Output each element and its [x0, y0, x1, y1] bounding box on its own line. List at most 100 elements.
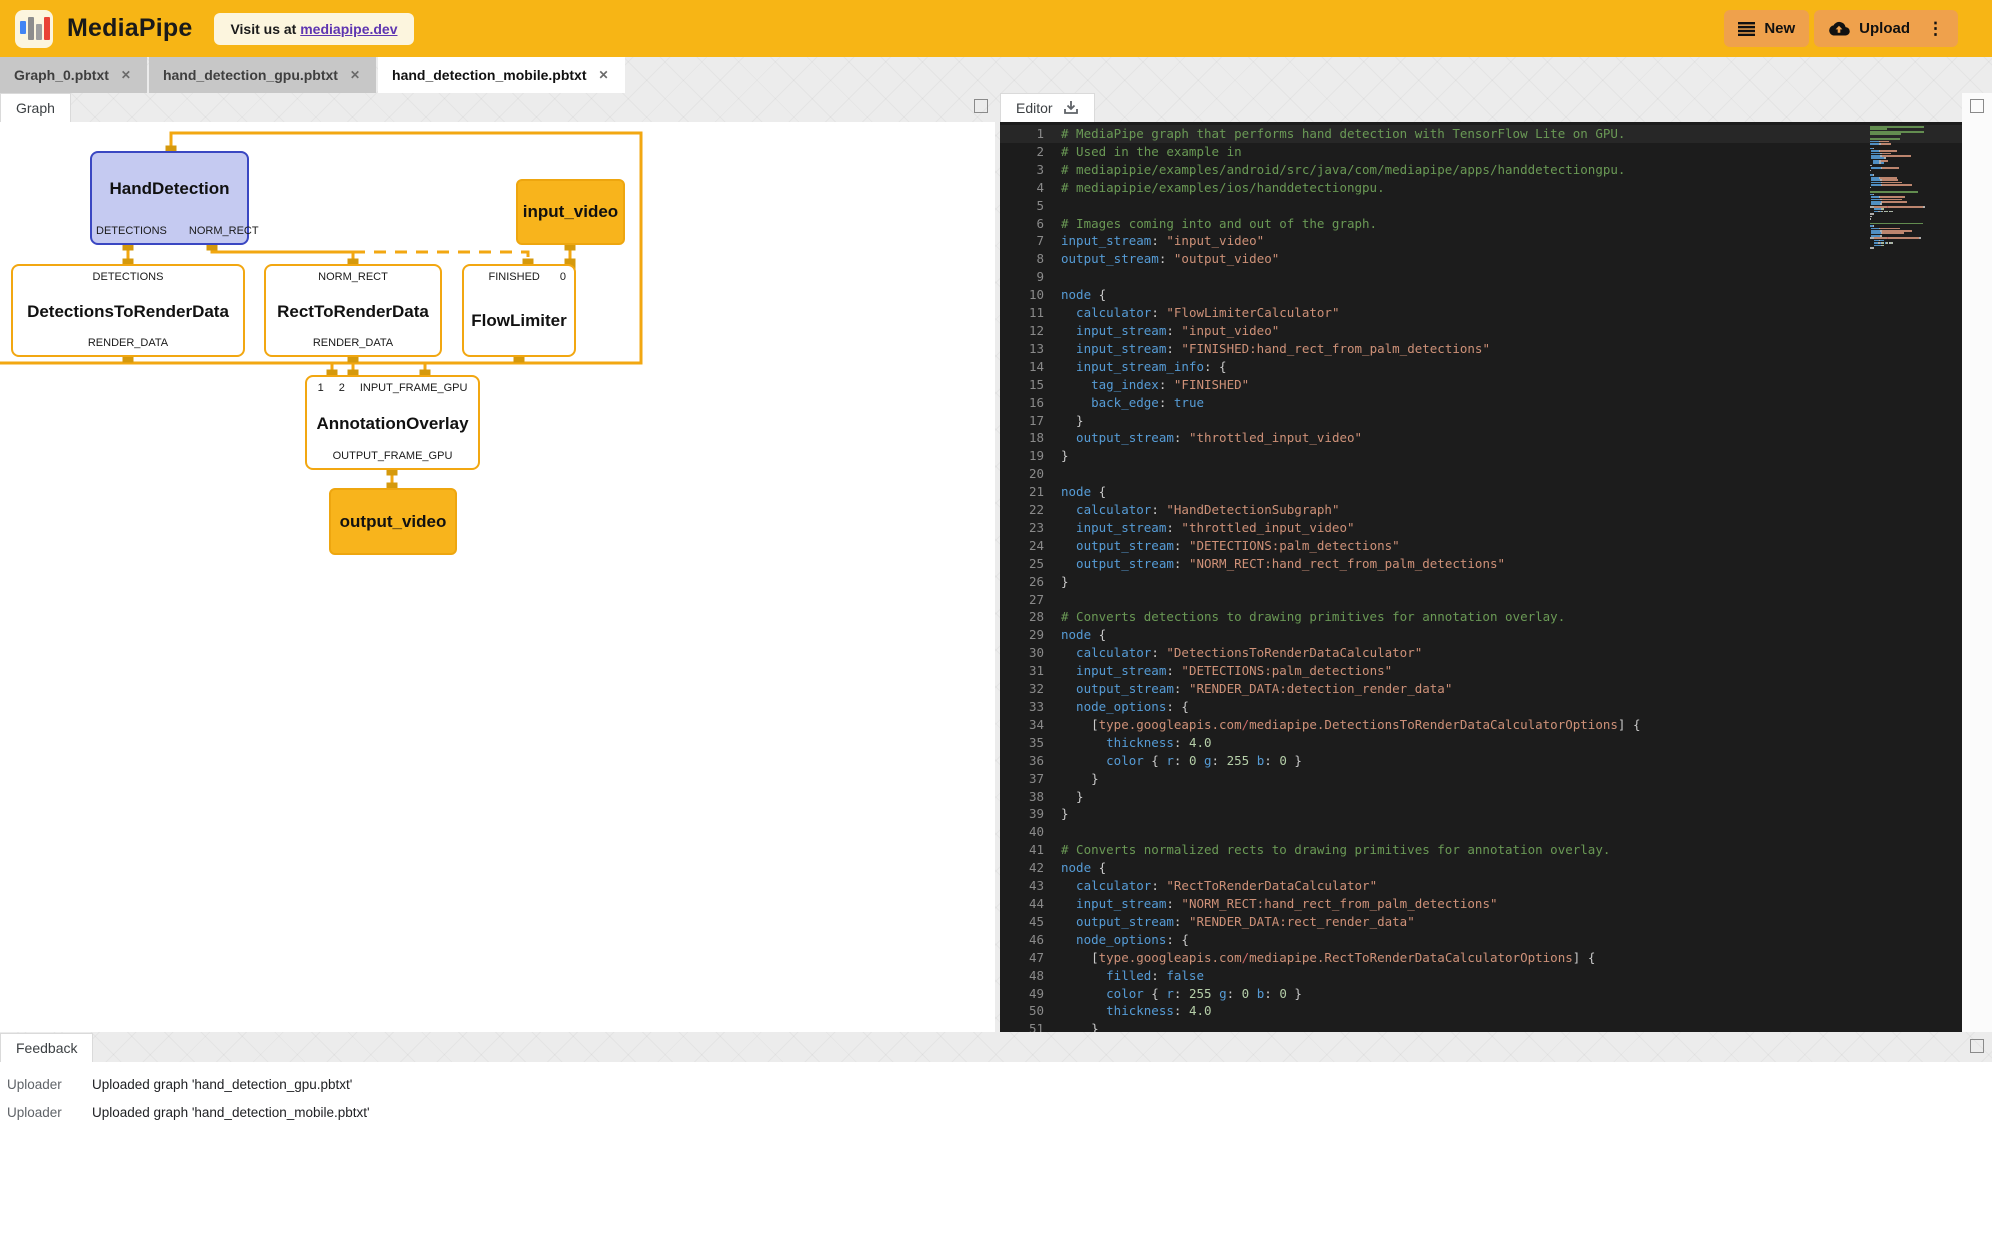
line-number: 32: [1000, 680, 1044, 698]
port-label-0: 0: [560, 271, 566, 283]
code-line-49[interactable]: 49color { r: 255 g: 0 b: 0 }: [1000, 985, 1962, 1003]
code-line-31[interactable]: 31input_stream: "DETECTIONS:palm_detecti…: [1000, 662, 1962, 680]
code-line-20[interactable]: 20: [1000, 465, 1962, 483]
code-line-37[interactable]: 37}: [1000, 770, 1962, 788]
code-line-1[interactable]: 1# MediaPipe graph that performs hand de…: [1000, 125, 1962, 143]
code-line-41[interactable]: 41# Converts normalized rects to drawing…: [1000, 841, 1962, 859]
line-number: 7: [1000, 232, 1044, 250]
code-text: }: [1044, 805, 1069, 823]
graph-node-RectToRenderData[interactable]: NORM_RECTRectToRenderDataRENDER_DATA: [264, 264, 442, 357]
code-line-7[interactable]: 7input_stream: "input_video": [1000, 232, 1962, 250]
code-text: output_stream: "DETECTIONS:palm_detectio…: [1044, 537, 1400, 555]
editor-maximize-icon[interactable]: [1970, 99, 1984, 113]
download-icon[interactable]: [1063, 100, 1079, 116]
code-line-44[interactable]: 44input_stream: "NORM_RECT:hand_rect_fro…: [1000, 895, 1962, 913]
code-text: output_stream: "NORM_RECT:hand_rect_from…: [1044, 555, 1505, 573]
code-line-36[interactable]: 36color { r: 0 g: 255 b: 0 }: [1000, 752, 1962, 770]
line-number: 33: [1000, 698, 1044, 716]
code-editor[interactable]: 1# MediaPipe graph that performs hand de…: [1000, 122, 1962, 1032]
code-line-39[interactable]: 39}: [1000, 805, 1962, 823]
code-text: }: [1044, 770, 1099, 788]
code-line-16[interactable]: 16back_edge: true: [1000, 394, 1962, 412]
code-line-5[interactable]: 5: [1000, 197, 1962, 215]
code-line-51[interactable]: 51}: [1000, 1020, 1962, 1032]
code-line-47[interactable]: 47[type.googleapis.com/mediapipe.RectToR…: [1000, 949, 1962, 967]
graph-canvas[interactable]: HandDetectionDETECTIONSNORM_RECT input_vi…: [0, 122, 995, 1032]
code-line-46[interactable]: 46node_options: {: [1000, 931, 1962, 949]
more-options-icon[interactable]: ⋮: [1919, 19, 1944, 39]
tab-feedback[interactable]: Feedback: [0, 1033, 93, 1062]
line-number: 24: [1000, 537, 1044, 555]
graph-node-DetectionsToRenderData[interactable]: DETECTIONSDetectionsToRenderDataRENDER_D…: [11, 264, 245, 357]
file-tab-hand_detection_mobile.pbtxt[interactable]: hand_detection_mobile.pbtxt✕: [378, 57, 625, 93]
code-text: input_stream: "throttled_input_video": [1044, 519, 1355, 537]
code-line-14[interactable]: 14input_stream_info: {: [1000, 358, 1962, 376]
code-line-8[interactable]: 8output_stream: "output_video": [1000, 250, 1962, 268]
mediapipe-dev-link[interactable]: mediapipe.dev: [300, 21, 397, 37]
code-line-26[interactable]: 26}: [1000, 573, 1962, 591]
code-text: [1044, 591, 1061, 609]
code-line-18[interactable]: 18output_stream: "throttled_input_video": [1000, 429, 1962, 447]
code-line-15[interactable]: 15tag_index: "FINISHED": [1000, 376, 1962, 394]
tab-graph[interactable]: Graph: [0, 93, 71, 122]
graph-node-FlowLimiter[interactable]: FINISHED0FlowLimiter: [462, 264, 576, 357]
new-button[interactable]: New: [1724, 10, 1809, 47]
feedback-message: Uploaded graph 'hand_detection_mobile.pb…: [92, 1105, 370, 1120]
graph-node-output_video[interactable]: output_video: [329, 488, 457, 555]
file-tab-Graph_0.pbtxt[interactable]: Graph_0.pbtxt✕: [0, 57, 147, 93]
port-label-2: 2: [339, 382, 345, 394]
line-number: 10: [1000, 286, 1044, 304]
graph-maximize-icon[interactable]: [974, 99, 988, 113]
line-number: 5: [1000, 197, 1044, 215]
feedback-row: UploaderUploaded graph 'hand_detection_m…: [0, 1098, 1992, 1126]
code-line-40[interactable]: 40: [1000, 823, 1962, 841]
code-line-6[interactable]: 6# Images coming into and out of the gra…: [1000, 215, 1962, 233]
code-line-9[interactable]: 9: [1000, 268, 1962, 286]
code-line-2[interactable]: 2# Used in the example in: [1000, 143, 1962, 161]
tab-editor[interactable]: Editor: [1000, 93, 1095, 122]
close-tab-icon[interactable]: ✕: [597, 67, 611, 83]
graph-node-input_video[interactable]: input_video: [516, 179, 625, 245]
upload-button[interactable]: Upload ⋮: [1814, 10, 1958, 47]
code-line-32[interactable]: 32output_stream: "RENDER_DATA:detection_…: [1000, 680, 1962, 698]
code-line-29[interactable]: 29node {: [1000, 626, 1962, 644]
code-line-30[interactable]: 30calculator: "DetectionsToRenderDataCal…: [1000, 644, 1962, 662]
code-line-42[interactable]: 42node {: [1000, 859, 1962, 877]
code-line-12[interactable]: 12input_stream: "input_video": [1000, 322, 1962, 340]
code-line-25[interactable]: 25output_stream: "NORM_RECT:hand_rect_fr…: [1000, 555, 1962, 573]
file-tab-hand_detection_gpu.pbtxt[interactable]: hand_detection_gpu.pbtxt✕: [149, 57, 376, 93]
code-line-34[interactable]: 34[type.googleapis.com/mediapipe.Detecti…: [1000, 716, 1962, 734]
code-text: calculator: "RectToRenderDataCalculator": [1044, 877, 1377, 895]
code-line-43[interactable]: 43calculator: "RectToRenderDataCalculato…: [1000, 877, 1962, 895]
line-number: 11: [1000, 304, 1044, 322]
code-line-3[interactable]: 3# mediapipie/examples/android/src/java/…: [1000, 161, 1962, 179]
editor-minimap[interactable]: [1866, 125, 1958, 1029]
code-line-22[interactable]: 22calculator: "HandDetectionSubgraph": [1000, 501, 1962, 519]
code-line-19[interactable]: 19}: [1000, 447, 1962, 465]
code-line-13[interactable]: 13input_stream: "FINISHED:hand_rect_from…: [1000, 340, 1962, 358]
graph-node-HandDetection[interactable]: HandDetectionDETECTIONSNORM_RECT: [90, 151, 249, 245]
code-line-11[interactable]: 11calculator: "FlowLimiterCalculator": [1000, 304, 1962, 322]
code-line-17[interactable]: 17}: [1000, 412, 1962, 430]
close-tab-icon[interactable]: ✕: [119, 67, 133, 83]
code-line-21[interactable]: 21node {: [1000, 483, 1962, 501]
code-line-50[interactable]: 50thickness: 4.0: [1000, 1002, 1962, 1020]
code-line-38[interactable]: 38}: [1000, 788, 1962, 806]
code-line-28[interactable]: 28# Converts detections to drawing primi…: [1000, 608, 1962, 626]
code-text: color { r: 0 g: 255 b: 0 }: [1044, 752, 1302, 770]
port-label-NORM_RECT: NORM_RECT: [318, 271, 388, 283]
feedback-maximize-icon[interactable]: [1970, 1039, 1984, 1053]
code-line-24[interactable]: 24output_stream: "DETECTIONS:palm_detect…: [1000, 537, 1962, 555]
code-line-27[interactable]: 27: [1000, 591, 1962, 609]
code-line-33[interactable]: 33node_options: {: [1000, 698, 1962, 716]
code-line-45[interactable]: 45output_stream: "RENDER_DATA:rect_rende…: [1000, 913, 1962, 931]
close-tab-icon[interactable]: ✕: [348, 67, 362, 83]
code-line-48[interactable]: 48filled: false: [1000, 967, 1962, 985]
code-line-10[interactable]: 10node {: [1000, 286, 1962, 304]
graph-node-AnnotationOverlay[interactable]: 12INPUT_FRAME_GPUAnnotationOverlayOUTPUT…: [305, 375, 480, 470]
code-text: node {: [1044, 859, 1106, 877]
feedback-row: UploaderUploaded graph 'hand_detection_g…: [0, 1070, 1992, 1098]
code-line-23[interactable]: 23input_stream: "throttled_input_video": [1000, 519, 1962, 537]
code-line-35[interactable]: 35thickness: 4.0: [1000, 734, 1962, 752]
code-line-4[interactable]: 4# mediapipie/examples/ios/handdetection…: [1000, 179, 1962, 197]
